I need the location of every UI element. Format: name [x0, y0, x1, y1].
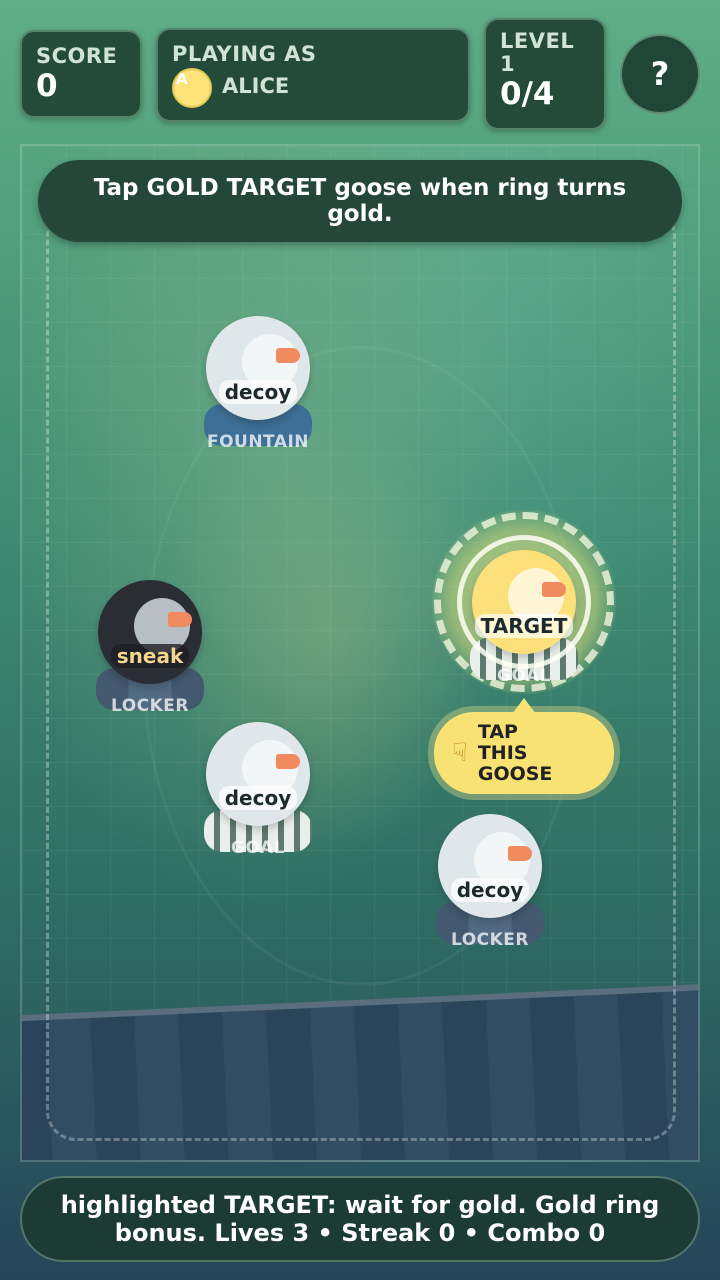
goose-place-label: LOCKER: [110, 696, 190, 716]
status-bar: highlighted TARGET: wait for gold. Gold …: [20, 1176, 700, 1262]
goose-decoy-fountain[interactable]: decoy FOUNTAIN: [196, 316, 316, 456]
callout-text: TAP THIS GOOSE: [477, 720, 553, 785]
goose-place-label: FOUNTAIN: [206, 432, 310, 452]
goose-body: [98, 580, 202, 684]
goose-body: [206, 316, 310, 420]
target-ring: [457, 535, 591, 669]
player-name: ALICE: [222, 74, 290, 98]
help-button[interactable]: ?: [620, 34, 700, 114]
goose-body: [206, 722, 310, 826]
goose-beak: [276, 754, 300, 769]
goose-place-label: GOAL: [497, 666, 551, 686]
score-value: 0: [36, 68, 58, 104]
tap-this-goose-callout[interactable]: ☟ TAP THIS GOOSE: [434, 698, 614, 794]
goose-decoy-locker[interactable]: decoy LOCKER: [428, 814, 548, 954]
goose-sneak-locker[interactable]: sneak LOCKER: [88, 580, 208, 720]
goose-beak: [276, 348, 300, 363]
instruction-banner: Tap GOLD TARGET goose when ring turns go…: [38, 160, 682, 242]
goose-tag: sneak: [100, 644, 200, 668]
goose-tag: decoy: [440, 878, 540, 902]
player-card: PLAYING AS A ALICE: [156, 28, 470, 122]
avatar: A: [172, 68, 212, 108]
goose-place-label: LOCKER: [450, 930, 530, 950]
level-card: LEVEL 1 0/4: [484, 18, 606, 130]
level-progress: 0/4: [500, 76, 555, 112]
goose-tag: decoy: [208, 786, 308, 810]
goose-tag: decoy: [208, 380, 308, 404]
level-number: 1: [500, 52, 516, 76]
goose-decoy-goal[interactable]: decoy GOAL: [196, 722, 316, 862]
pointing-hand-icon: ☟: [452, 737, 468, 768]
score-card: SCORE 0: [20, 30, 142, 118]
goose-body: [438, 814, 542, 918]
level-label-text: LEVEL: [500, 29, 575, 53]
goose-place-label: GOAL: [231, 838, 285, 858]
goose-beak: [168, 612, 192, 627]
player-label: PLAYING AS: [172, 42, 317, 66]
level-label: LEVEL 1: [500, 30, 590, 76]
score-label: SCORE: [36, 44, 118, 68]
goose-beak: [508, 846, 532, 861]
